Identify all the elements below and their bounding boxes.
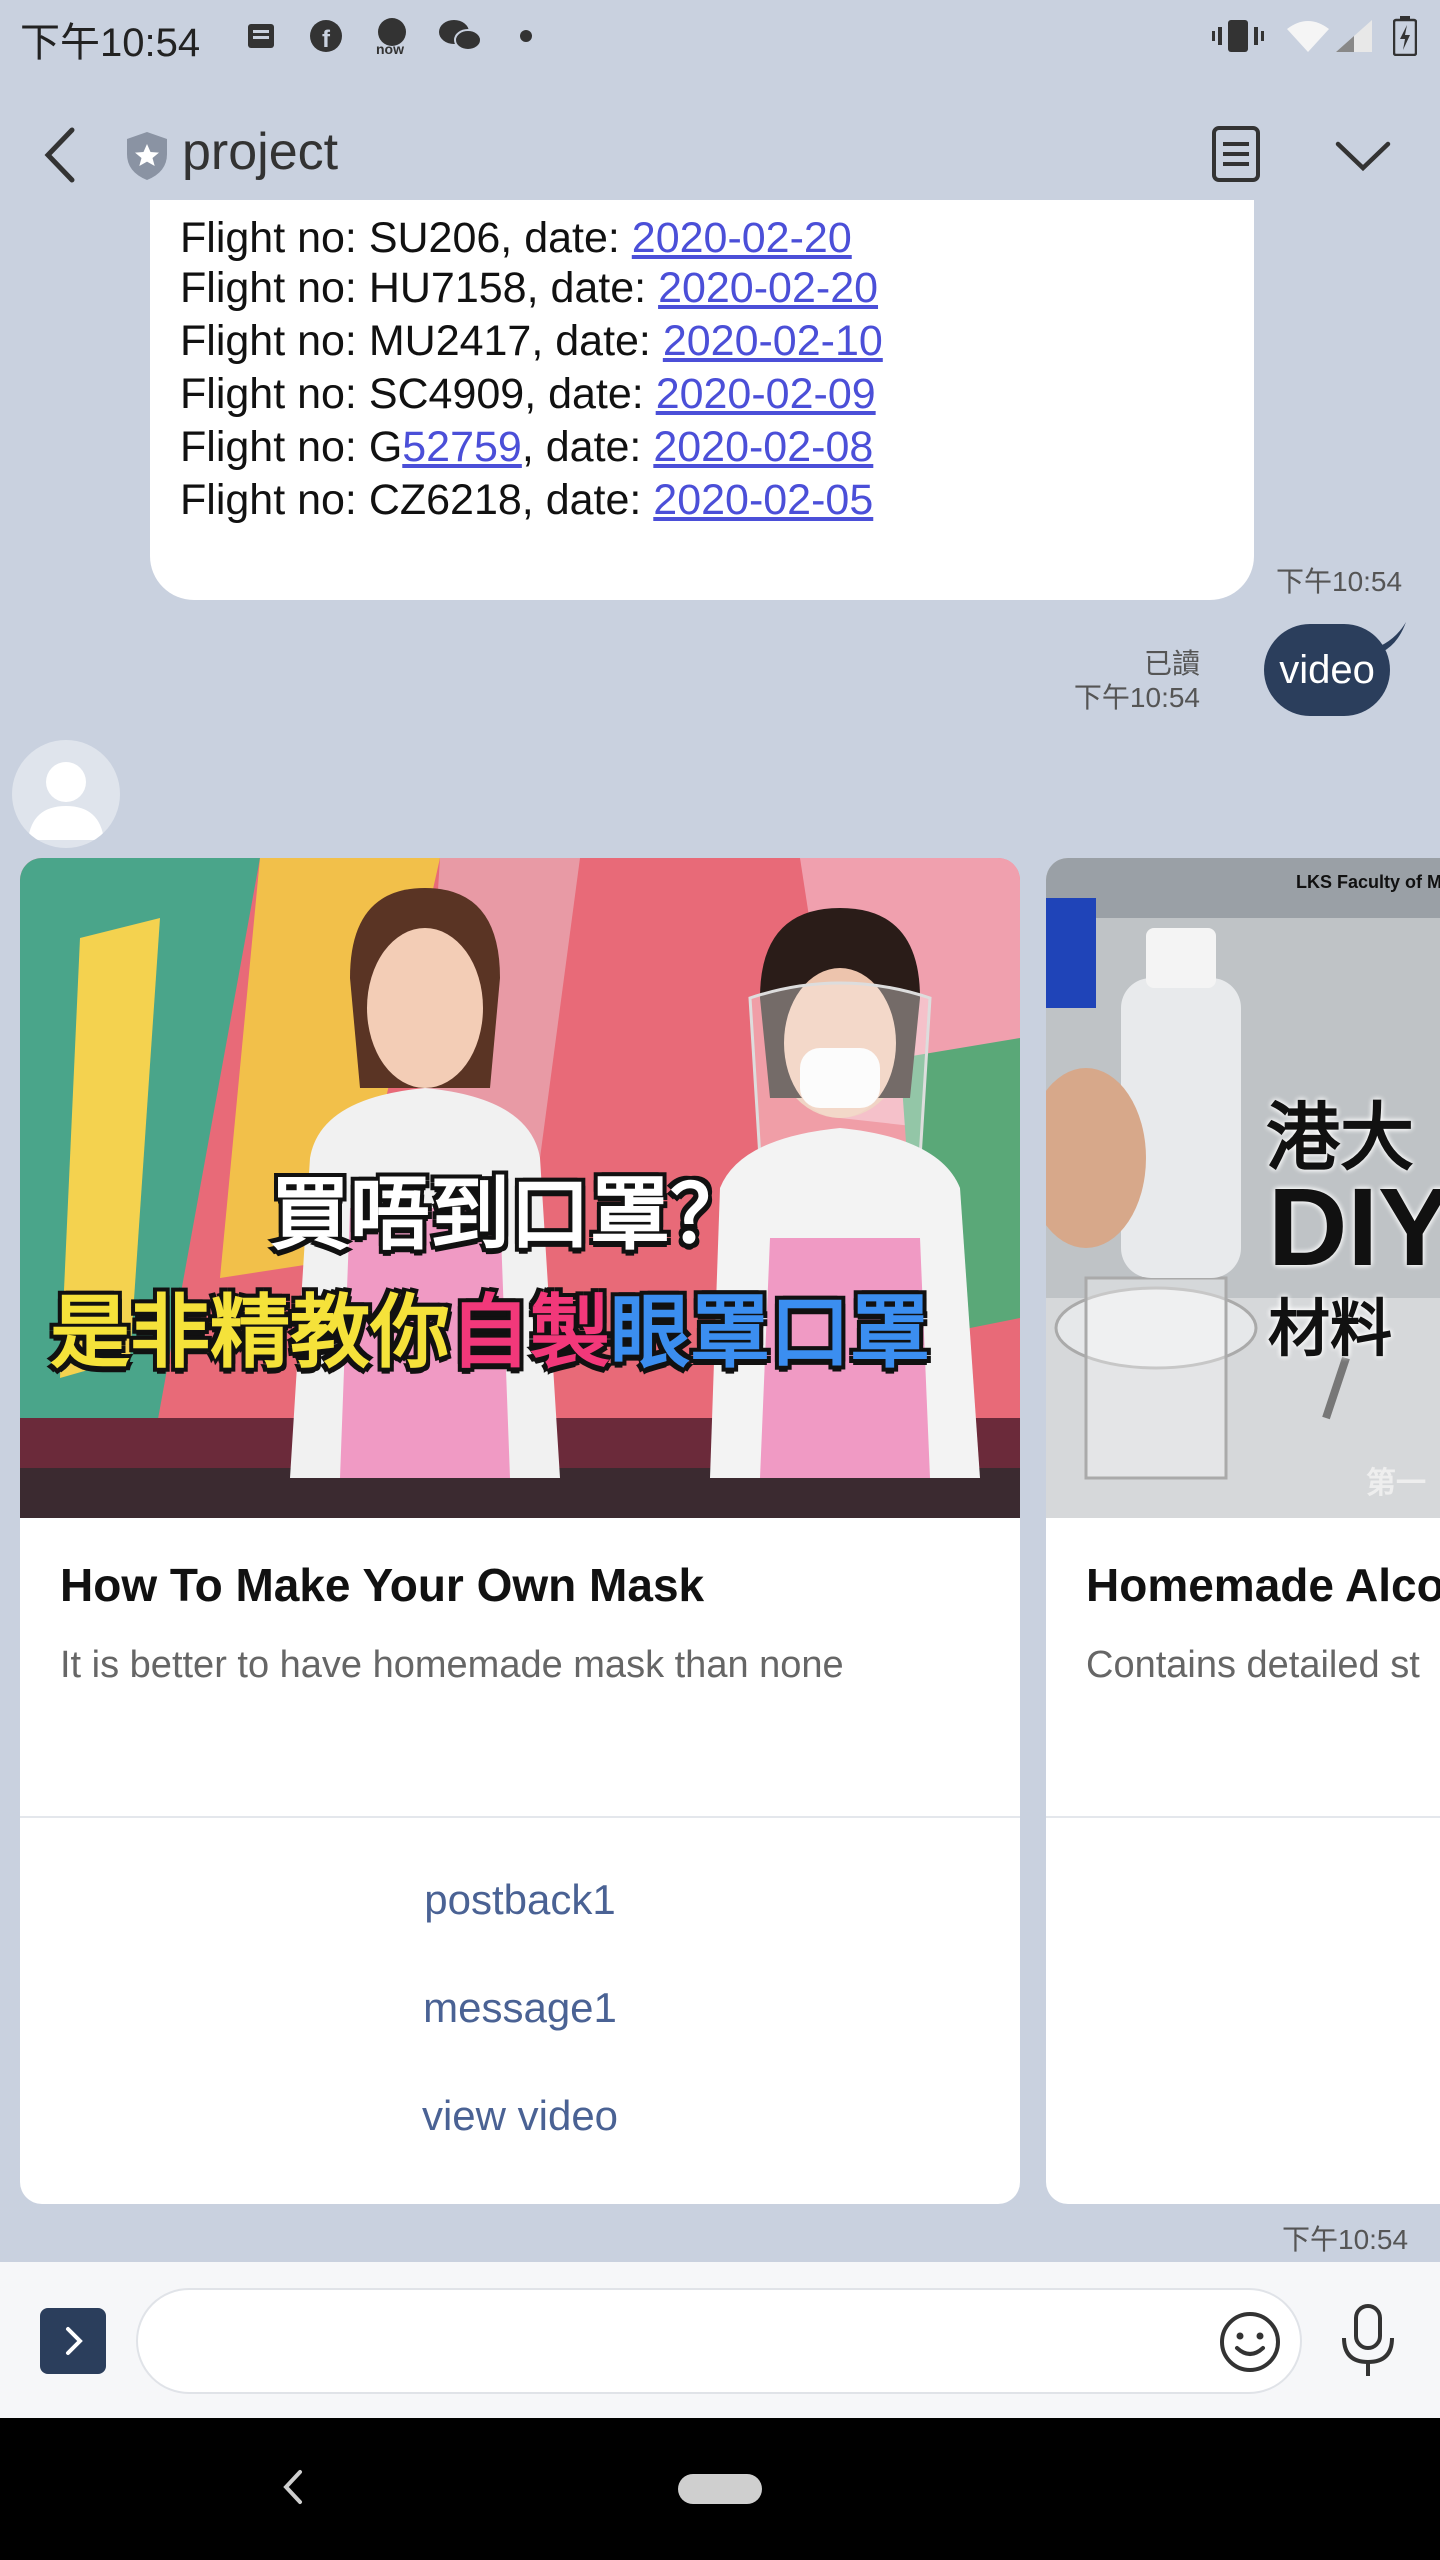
message-input[interactable]: [136, 2288, 1302, 2394]
message-timestamp: 下午10:54: [1282, 2224, 1409, 2255]
date-link[interactable]: 2020-02-05: [653, 476, 873, 524]
flight-line: Flight no: HU7158, date: 2020-02-20: [180, 264, 879, 312]
flight-line: Flight no: SU206, date: 2020-02-20: [180, 214, 852, 262]
status-time: 下午10:54: [20, 21, 201, 65]
video-thumbnail[interactable]: LKS Faculty of Medicine 港大 DIY 材料 第一: [1046, 858, 1440, 1518]
chevron-down-icon: [1335, 141, 1391, 172]
message-timestamp: 下午10:54: [1073, 682, 1200, 713]
microphone-icon: [1342, 2304, 1394, 2376]
flight-line: Flight no: SC4909, date: 2020-02-09: [180, 370, 876, 418]
vibrate-icon: [1212, 18, 1264, 54]
back-chevron-icon: [44, 127, 75, 183]
facebook-icon: f: [308, 18, 344, 54]
menu-toggle-button[interactable]: [40, 2308, 106, 2374]
notes-button[interactable]: [1206, 124, 1266, 184]
svg-text:now: now: [376, 41, 404, 56]
emoji-icon: [1220, 2312, 1280, 2372]
message-timestamp: 下午10:54: [1276, 566, 1403, 597]
notes-icon: [1212, 126, 1260, 182]
thumbnail-subheadline: 材料: [1268, 1295, 1393, 1364]
number-link[interactable]: 52759: [402, 423, 522, 471]
date-link[interactable]: 2020-02-08: [653, 423, 873, 471]
chevron-right-icon: [66, 2327, 83, 2355]
flight-line: Flight no: G52759, date: 2020-02-08: [180, 423, 874, 471]
signal-icon: [1334, 18, 1374, 54]
dot-icon: [518, 18, 534, 54]
header-dropdown-button[interactable]: [1330, 128, 1396, 184]
card-description: Contains detailed st: [1086, 1644, 1420, 1686]
system-back-button[interactable]: [278, 2464, 308, 2510]
svg-text:f: f: [322, 26, 331, 53]
thumbnail-caption: 第一: [1366, 1467, 1426, 1500]
avatar-person-icon: [28, 762, 104, 840]
flight-line: Flight no: CZ6218, date: 2020-02-05: [180, 476, 874, 524]
thumbnail-caption: LKS Faculty of Medicine: [1296, 872, 1440, 892]
date-link[interactable]: 2020-02-10: [663, 317, 883, 365]
carousel-card[interactable]: 買唔到口罩？ 是非精教你自製眼罩口罩 How To Make Your Own …: [20, 858, 1020, 2204]
back-button[interactable]: [36, 120, 86, 190]
back-arrow-icon: [283, 2470, 302, 2504]
thumbnail-subheadline: DIY: [1268, 1166, 1440, 1289]
card-description: It is better to have homemade mask than …: [60, 1644, 844, 1686]
shield-icon: [124, 130, 170, 182]
postback-button[interactable]: postback1: [20, 1876, 1020, 1924]
carousel-card[interactable]: LKS Faculty of Medicine 港大 DIY 材料 第一 Hom…: [1046, 858, 1440, 2204]
date-link[interactable]: 2020-02-09: [656, 370, 876, 418]
emoji-button[interactable]: [1216, 2308, 1284, 2376]
date-link[interactable]: 2020-02-20: [632, 214, 852, 262]
microphone-button[interactable]: [1336, 2302, 1400, 2380]
flight-line: Flight no: MU2417, date: 2020-02-10: [180, 317, 883, 365]
battery-icon: [1392, 16, 1418, 56]
chat-title: project: [182, 123, 339, 181]
user-message-bubble[interactable]: video: [1264, 624, 1390, 716]
wifi-icon: [1286, 18, 1330, 54]
card-title: How To Make Your Own Mask: [60, 1559, 705, 1611]
view-video-button[interactable]: view video: [20, 2092, 1020, 2140]
flight-list-bubble: Flight no: SU206, date: 2020-02-20 Fligh…: [150, 200, 1254, 600]
system-home-button[interactable]: [678, 2474, 762, 2504]
now-icon: now: [370, 18, 414, 56]
card-title: Homemade Alco: [1086, 1559, 1440, 1611]
divider: [1046, 1816, 1440, 1818]
wechat-icon: [436, 18, 484, 54]
date-link[interactable]: 2020-02-20: [658, 264, 878, 312]
video-thumbnail[interactable]: 買唔到口罩？ 是非精教你自製眼罩口罩: [20, 858, 1020, 1518]
message-button[interactable]: message1: [20, 1984, 1020, 2032]
notification-icon: [246, 18, 276, 54]
thumbnail-headline: 買唔到口罩？: [270, 1170, 750, 1259]
divider: [20, 1816, 1020, 1818]
bot-avatar[interactable]: [12, 740, 120, 848]
thumbnail-subheadline: 是非精教你自製眼罩口罩: [50, 1288, 930, 1377]
